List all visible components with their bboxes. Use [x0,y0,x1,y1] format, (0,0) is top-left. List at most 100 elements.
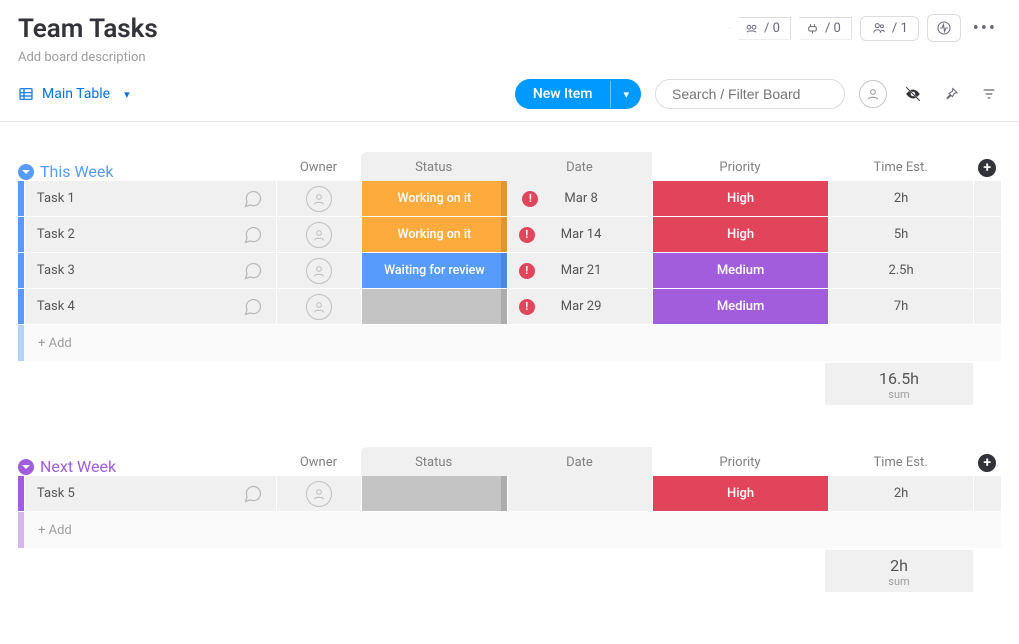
time-cell[interactable]: 2.5h [828,253,974,288]
priority-label: High [727,227,754,242]
column-header-owner[interactable]: Owner [276,160,361,181]
status-cell[interactable]: Waiting for review [361,253,507,288]
person-icon [306,222,332,248]
board-title[interactable]: Team Tasks [18,14,158,44]
view-tab-main-table[interactable]: Main Table ▾ [18,86,130,102]
time-cell[interactable]: 5h [828,217,974,252]
alert-icon: ! [519,299,535,315]
time-cell[interactable]: 7h [828,289,974,324]
date-cell[interactable]: !Mar 21 [507,253,653,288]
date-cell[interactable]: !Mar 14 [507,217,653,252]
column-header-owner[interactable]: Owner [276,455,361,476]
new-item-dropdown[interactable]: ▾ [610,81,641,108]
time-value: 2h [894,486,908,501]
add-item-button[interactable]: + Add [24,512,280,548]
item-name-cell[interactable]: Task 2 [24,217,276,252]
row-end-spacer [973,217,1001,252]
members-count: / 1 [892,21,908,36]
row-end-spacer [973,253,1001,288]
add-column-button[interactable]: + [978,159,996,177]
person-icon [306,294,332,320]
more-menu-button[interactable]: ••• [969,18,1001,39]
row-color-bar [18,325,24,361]
column-header-priority[interactable]: Priority [652,447,827,476]
time-cell[interactable]: 2h [828,476,974,511]
pin-button[interactable] [939,82,963,106]
date-value: Mar 29 [561,299,602,314]
person-icon [306,186,332,212]
column-header-time[interactable]: Time Est. [828,447,974,476]
automations-pill[interactable]: / 0 [729,17,791,40]
item-name-cell[interactable]: Task 1 [24,181,276,216]
eye-off-icon [903,85,923,103]
filter-button[interactable] [977,82,1001,106]
owner-cell[interactable] [276,476,361,511]
priority-cell[interactable]: Medium [652,289,827,324]
board-description[interactable]: Add board description [18,50,158,65]
add-column-button[interactable]: + [978,454,996,472]
item-name-cell[interactable]: Task 4 [24,289,276,324]
person-icon [865,86,881,102]
time-cell[interactable]: 2h [828,181,974,216]
column-header-priority[interactable]: Priority [652,152,827,181]
integrations-pill[interactable]: / 0 [790,17,852,40]
status-cell[interactable]: Working on it [361,181,507,216]
sum-value: 2h [825,556,973,575]
group-collapse-toggle[interactable] [18,459,34,475]
sum-label: sum [825,575,973,588]
search-input[interactable] [655,79,845,109]
row-color-bar [18,512,24,548]
column-header-date[interactable]: Date [507,447,653,476]
status-cell[interactable] [361,476,507,511]
priority-label: Medium [717,263,765,278]
integrations-count: / 0 [825,21,841,36]
item-name-cell[interactable]: Task 5 [24,476,276,511]
person-icon [306,258,332,284]
group-collapse-toggle[interactable] [18,164,34,180]
new-item-button[interactable]: New Item ▾ [515,79,641,109]
date-cell[interactable]: !Mar 8 [507,181,653,216]
time-value: 2h [894,191,908,206]
owner-cell[interactable] [276,253,361,288]
item-name-cell[interactable]: Task 3 [24,253,276,288]
chat-icon[interactable] [242,297,264,317]
column-header-date[interactable]: Date [507,152,653,181]
status-cell[interactable] [361,289,507,324]
column-header-status[interactable]: Status [361,152,507,181]
date-value: Mar 8 [564,191,597,206]
priority-cell[interactable]: High [652,476,827,511]
filter-icon [981,86,997,102]
status-cell[interactable]: Working on it [361,217,507,252]
date-cell[interactable]: ! Mar 29 [507,289,653,324]
members-button[interactable]: / 1 [860,16,919,41]
chat-icon[interactable] [242,484,264,504]
row-end-spacer [973,181,1001,216]
hide-button[interactable] [901,82,925,106]
priority-cell[interactable]: High [652,217,827,252]
group-title[interactable]: This Week [40,162,114,181]
person-filter-button[interactable] [859,80,887,108]
priority-cell[interactable]: High [652,181,827,216]
table-row: Task 3 Waiting for review!Mar 21 Medium 2.5… [18,253,1001,289]
add-item-button[interactable]: + Add [24,325,280,361]
date-cell[interactable] [507,476,653,511]
new-item-label: New Item [515,79,611,109]
status-label: Working on it [398,227,472,242]
priority-cell[interactable]: Medium [652,253,827,288]
column-header-time[interactable]: Time Est. [828,152,974,181]
date-value: Mar 14 [561,227,602,242]
chat-icon[interactable] [242,189,264,209]
chat-icon[interactable] [242,225,264,245]
date-value: Mar 21 [561,263,602,278]
column-header-status[interactable]: Status [361,447,507,476]
item-name: Task 5 [37,486,75,501]
owner-cell[interactable] [276,181,361,216]
owner-cell[interactable] [276,289,361,324]
priority-label: High [727,191,754,206]
owner-cell[interactable] [276,217,361,252]
sum-label: sum [825,388,973,401]
column-summary: 2hsum [825,550,973,592]
activity-button[interactable] [927,14,961,42]
chat-icon[interactable] [242,261,264,281]
group-title[interactable]: Next Week [40,457,116,476]
